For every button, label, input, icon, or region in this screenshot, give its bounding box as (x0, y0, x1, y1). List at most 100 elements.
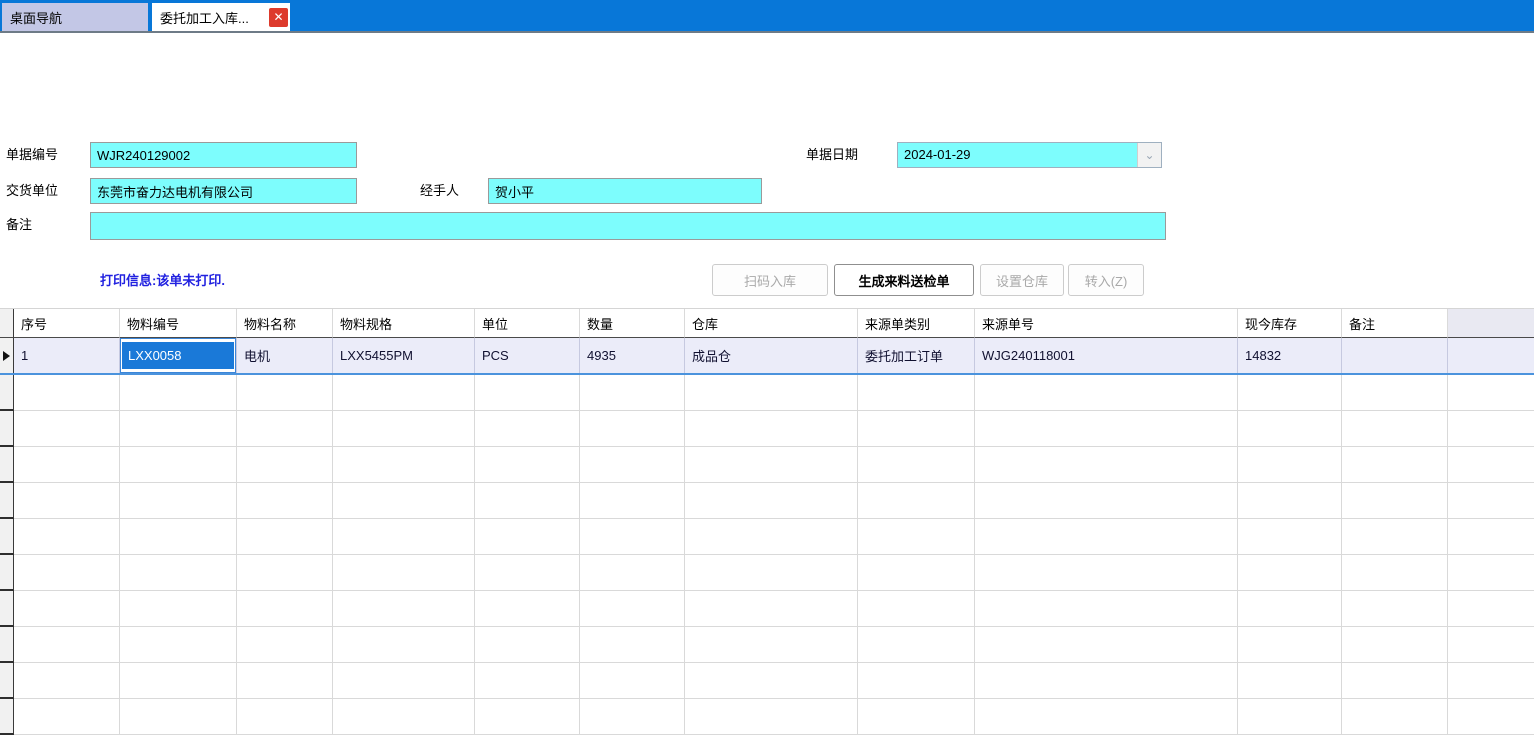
empty-cell[interactable] (14, 483, 120, 519)
empty-cell[interactable] (580, 591, 685, 627)
empty-cell[interactable] (333, 591, 475, 627)
empty-cell[interactable] (685, 447, 858, 483)
empty-cell[interactable] (685, 519, 858, 555)
empty-cell[interactable] (1238, 663, 1342, 699)
empty-cell[interactable] (333, 519, 475, 555)
empty-cell[interactable] (858, 519, 975, 555)
empty-cell[interactable] (858, 483, 975, 519)
empty-cell[interactable] (120, 447, 237, 483)
empty-cell[interactable] (120, 591, 237, 627)
empty-cell[interactable] (858, 447, 975, 483)
empty-cell[interactable] (858, 627, 975, 663)
empty-cell[interactable] (237, 519, 333, 555)
empty-cell[interactable] (1342, 663, 1448, 699)
empty-cell[interactable] (333, 699, 475, 735)
column-header-8[interactable]: 来源单号 (975, 309, 1238, 338)
empty-cell[interactable] (237, 375, 333, 411)
empty-cell[interactable] (1342, 447, 1448, 483)
empty-cell[interactable] (333, 375, 475, 411)
empty-grid-row[interactable] (0, 483, 1534, 519)
doc-date-combobox[interactable]: 2024-01-29 ⌄ (897, 142, 1162, 168)
empty-cell[interactable] (580, 555, 685, 591)
empty-cell[interactable] (475, 555, 580, 591)
empty-cell[interactable] (858, 411, 975, 447)
column-header-0[interactable]: 序号 (14, 309, 120, 338)
empty-cell[interactable] (580, 699, 685, 735)
empty-cell[interactable] (475, 447, 580, 483)
empty-cell[interactable] (14, 555, 120, 591)
column-header-2[interactable]: 物料名称 (237, 309, 333, 338)
empty-cell[interactable] (120, 663, 237, 699)
empty-cell[interactable] (580, 483, 685, 519)
empty-cell[interactable] (580, 627, 685, 663)
empty-cell[interactable] (858, 375, 975, 411)
empty-grid-row[interactable] (0, 699, 1534, 735)
empty-cell[interactable] (580, 519, 685, 555)
empty-cell[interactable] (1342, 483, 1448, 519)
empty-cell[interactable] (475, 411, 580, 447)
empty-cell[interactable] (858, 663, 975, 699)
selected-cell-editor[interactable]: LXX0058 (120, 338, 236, 373)
empty-cell[interactable] (1342, 411, 1448, 447)
empty-cell[interactable] (237, 699, 333, 735)
column-header-5[interactable]: 数量 (580, 309, 685, 338)
toolbar-button-1[interactable]: 生成来料送检单 (834, 264, 974, 296)
row-cell-2[interactable]: 电机 (237, 338, 333, 373)
tab-desktop-navigation[interactable]: 桌面导航 (2, 3, 148, 31)
empty-cell[interactable] (1238, 447, 1342, 483)
empty-cell[interactable] (14, 663, 120, 699)
empty-cell[interactable] (1342, 627, 1448, 663)
empty-cell[interactable] (580, 663, 685, 699)
empty-cell[interactable] (475, 591, 580, 627)
empty-cell[interactable] (120, 411, 237, 447)
empty-cell[interactable] (120, 483, 237, 519)
empty-cell[interactable] (975, 663, 1238, 699)
empty-cell[interactable] (685, 411, 858, 447)
empty-cell[interactable] (1342, 699, 1448, 735)
empty-cell[interactable] (975, 555, 1238, 591)
empty-cell[interactable] (858, 591, 975, 627)
empty-cell[interactable] (1238, 375, 1342, 411)
empty-cell[interactable] (475, 375, 580, 411)
empty-cell[interactable] (685, 591, 858, 627)
empty-cell[interactable] (685, 555, 858, 591)
empty-cell[interactable] (475, 519, 580, 555)
empty-cell[interactable] (975, 699, 1238, 735)
column-header-3[interactable]: 物料规格 (333, 309, 475, 338)
empty-cell[interactable] (975, 519, 1238, 555)
empty-cell[interactable] (120, 519, 237, 555)
column-header-7[interactable]: 来源单类别 (858, 309, 975, 338)
empty-cell[interactable] (14, 519, 120, 555)
empty-cell[interactable] (475, 483, 580, 519)
empty-cell[interactable] (975, 375, 1238, 411)
empty-cell[interactable] (1238, 591, 1342, 627)
row-cell-5[interactable]: 4935 (580, 338, 685, 373)
row-cell-3[interactable]: LXX5455PM (333, 338, 475, 373)
empty-cell[interactable] (685, 375, 858, 411)
empty-cell[interactable] (333, 411, 475, 447)
handler-input[interactable] (488, 178, 762, 204)
empty-cell[interactable] (237, 555, 333, 591)
empty-grid-row[interactable] (0, 555, 1534, 591)
empty-cell[interactable] (1238, 483, 1342, 519)
empty-grid-row[interactable] (0, 411, 1534, 447)
row-cell-9[interactable]: 14832 (1238, 338, 1342, 373)
empty-cell[interactable] (1238, 627, 1342, 663)
empty-cell[interactable] (14, 591, 120, 627)
chevron-down-icon[interactable]: ⌄ (1137, 143, 1161, 167)
row-cell-10[interactable] (1342, 338, 1448, 373)
remark-input[interactable] (90, 212, 1166, 240)
empty-cell[interactable] (580, 375, 685, 411)
empty-cell[interactable] (237, 483, 333, 519)
column-header-9[interactable]: 现今库存 (1238, 309, 1342, 338)
empty-cell[interactable] (858, 555, 975, 591)
empty-cell[interactable] (858, 699, 975, 735)
empty-grid-row[interactable] (0, 663, 1534, 699)
empty-grid-row[interactable] (0, 591, 1534, 627)
empty-cell[interactable] (1238, 555, 1342, 591)
empty-cell[interactable] (14, 375, 120, 411)
column-header-10[interactable]: 备注 (1342, 309, 1448, 338)
column-header-6[interactable]: 仓库 (685, 309, 858, 338)
empty-cell[interactable] (14, 699, 120, 735)
empty-cell[interactable] (14, 627, 120, 663)
